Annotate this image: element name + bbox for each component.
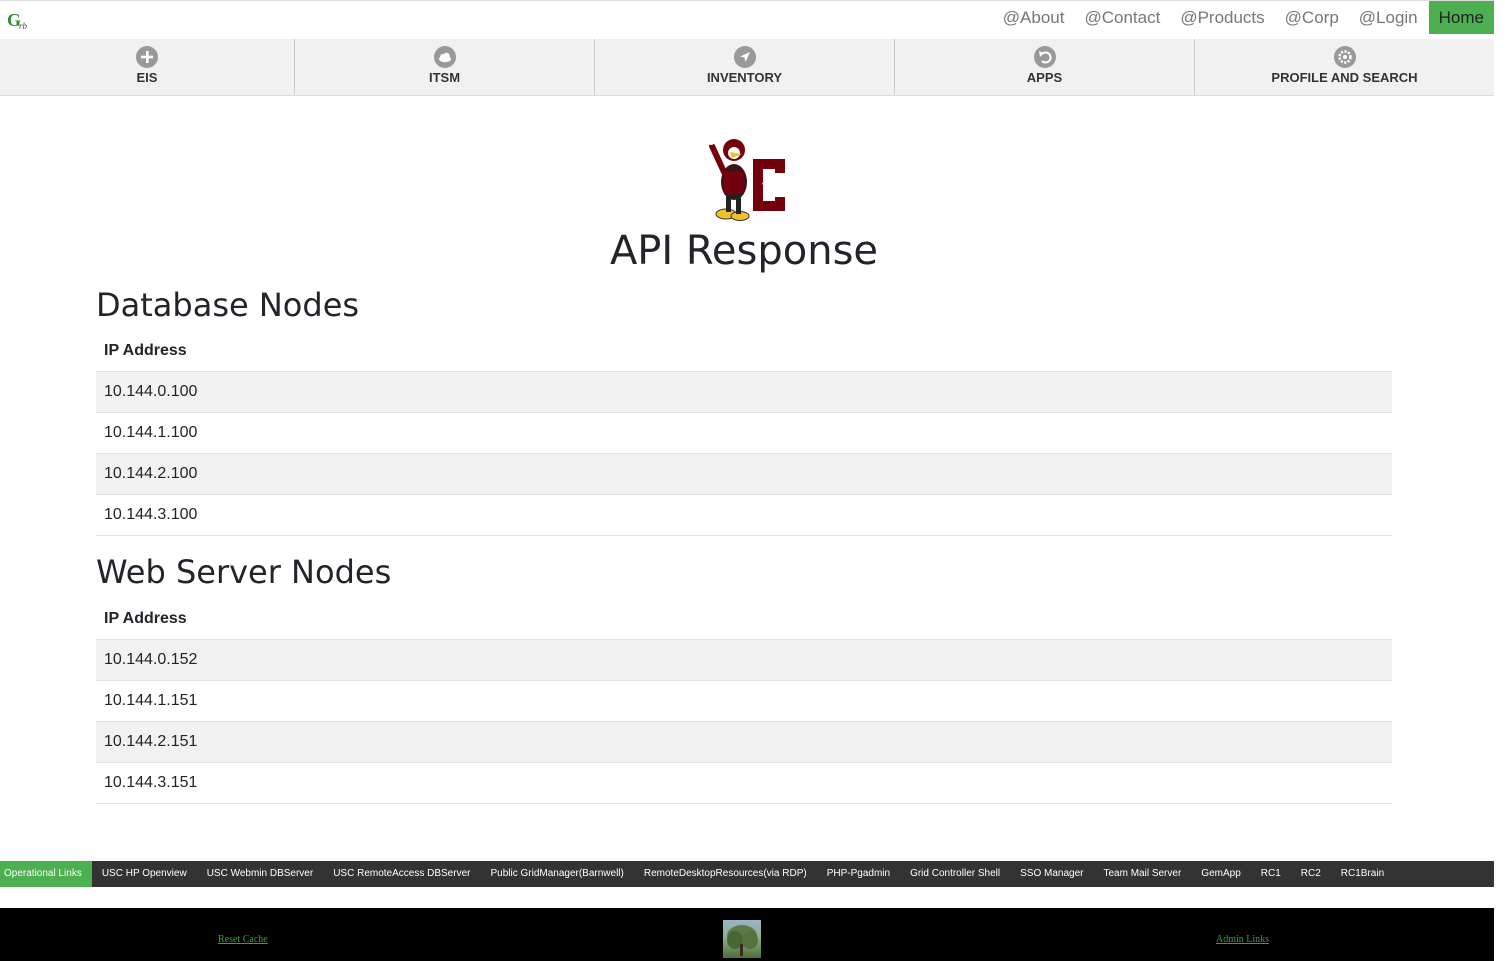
table-row: 10.144.3.151 [96,762,1392,804]
database-nodes-heading: Database Nodes [96,286,360,324]
iconbar-label: APPS [1026,70,1063,85]
oplink-usc-webmin-dbserver[interactable]: USC Webmin DBServer [197,861,324,887]
oplink-rc1brain[interactable]: RC1Brain [1331,861,1394,887]
ip-address-cell: 10.144.3.151 [96,762,1392,804]
about-link[interactable]: @About [993,1,1075,34]
ip-address-cell: 10.144.0.100 [96,371,1392,413]
oplink-team-mail-server[interactable]: Team Mail Server [1093,861,1191,887]
table-header-row: IP Address [96,598,1392,640]
iconbar-label: INVENTORY [706,70,783,85]
ip-address-column-header: IP Address [96,598,1392,640]
oplink-public-gridmanager[interactable]: Public GridManager(Barnwell) [480,861,633,887]
database-nodes-table: IP Address 10.144.0.100 10.144.1.100 10.… [96,330,1392,536]
oplink-rc2[interactable]: RC2 [1291,861,1331,887]
ip-address-column-header: IP Address [96,330,1392,372]
footer: Reset Cache Admin Links [0,908,1494,961]
web-server-nodes-heading: Web Server Nodes [96,553,392,591]
tree-thumbnail-image [723,920,761,958]
ip-address-cell: 10.144.0.152 [96,639,1392,681]
iconbar-item-profile-search[interactable]: PROFILE AND SEARCH [1195,39,1494,95]
oplink-usc-remoteaccess-dbserver[interactable]: USC RemoteAccess DBServer [323,861,480,887]
oplink-rc1[interactable]: RC1 [1251,861,1291,887]
oplink-gemapp[interactable]: GemApp [1191,861,1250,887]
oplink-remote-desktop-resources[interactable]: RemoteDesktopResources(via RDP) [634,861,817,887]
reset-cache-link[interactable]: Reset Cache [218,934,268,945]
ip-address-cell: 10.144.2.100 [96,453,1392,495]
oplink-grid-controller-shell[interactable]: Grid Controller Shell [900,861,1010,887]
operational-links-bar: Operational Links USC HP Openview USC We… [0,861,1494,887]
admin-links-link[interactable]: Admin Links [1216,934,1269,945]
iconbar-item-eis[interactable]: EIS [0,39,295,95]
iconbar-item-inventory[interactable]: INVENTORY [595,39,895,95]
ip-address-cell: 10.144.1.100 [96,412,1392,454]
iconbar-label: PROFILE AND SEARCH [1271,70,1418,85]
table-header-row: IP Address [96,330,1392,372]
home-button[interactable]: Home [1428,1,1494,34]
mascot-logo [707,137,787,221]
brand-logo[interactable]: G rb [6,7,38,33]
table-row: 10.144.2.100 [96,453,1392,495]
products-link[interactable]: @Products [1170,1,1274,34]
login-link[interactable]: @Login [1349,1,1428,34]
operational-links-label[interactable]: Operational Links [0,861,92,887]
icon-bar: EIS ITSM INVENTORY APPS PROFILE AND SEAR… [0,39,1494,96]
corp-link[interactable]: @Corp [1275,1,1349,34]
oplink-sso-manager[interactable]: SSO Manager [1010,861,1093,887]
iconbar-label: EIS [136,70,158,85]
table-row: 10.144.3.100 [96,494,1392,536]
iconbar-label: ITSM [428,70,461,85]
table-row: 10.144.1.151 [96,680,1392,722]
oplink-usc-hp-openview[interactable]: USC HP Openview [92,861,197,887]
location-arrow-icon [733,46,756,68]
page-title: API Response [609,228,879,274]
ip-address-cell: 10.144.1.151 [96,680,1392,722]
table-row: 10.144.0.152 [96,639,1392,681]
iconbar-item-apps[interactable]: APPS [895,39,1195,95]
top-navbar: G rb @About @Contact @Products @Corp @Lo… [0,0,1494,40]
plus-circle-icon [136,46,158,68]
table-row: 10.144.2.151 [96,721,1392,763]
ip-address-cell: 10.144.3.100 [96,494,1392,536]
undo-icon [1033,46,1056,68]
contact-link[interactable]: @Contact [1074,1,1170,34]
cloud-icon [433,46,456,68]
iconbar-item-itsm[interactable]: ITSM [295,39,595,95]
gear-icon [1333,46,1356,68]
top-links: @About @Contact @Products @Corp @Login H… [993,1,1494,34]
web-server-nodes-table: IP Address 10.144.0.152 10.144.1.151 10.… [96,598,1392,804]
ip-address-cell: 10.144.2.151 [96,721,1392,763]
table-row: 10.144.1.100 [96,412,1392,454]
svg-text:rb: rb [19,21,28,31]
oplink-php-pgadmin[interactable]: PHP-Pgadmin [817,861,900,887]
table-row: 10.144.0.100 [96,371,1392,413]
